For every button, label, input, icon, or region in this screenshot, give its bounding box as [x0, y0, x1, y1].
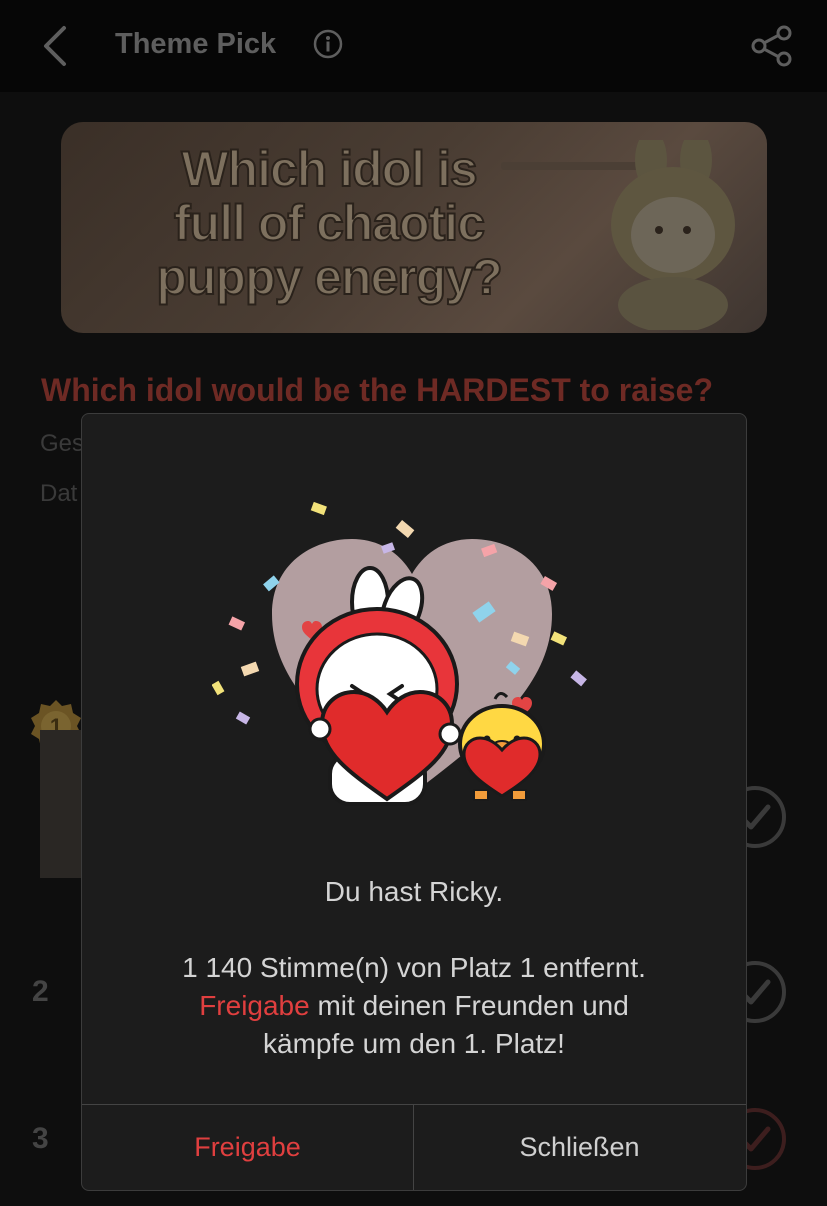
fight-text: kämpfe um den 1. Platz! [263, 1028, 565, 1059]
vote-result-dialog: Du hast Ricky. 1 140 Stimme(n) von Platz… [81, 413, 747, 1191]
share-inline-link[interactable]: Freigabe [199, 990, 310, 1021]
rank-3-label: 3 [32, 1122, 49, 1155]
poll-meta-1: Ges [40, 430, 85, 457]
result-message: Du hast Ricky. [324, 876, 504, 907]
poll-question: Which idol would be the HARDEST to raise… [41, 372, 714, 408]
top-bar: Theme Pick [0, 0, 827, 92]
poll-meta-2: Dat [40, 480, 78, 507]
votes-behind-text: 1 140 Stimme(n) von Platz 1 entfernt. [182, 952, 646, 983]
share-invite-text: Freigabe mit deinen Freunden und [199, 990, 629, 1021]
theme-banner[interactable]: Which idol is full of chaotic puppy ener… [61, 122, 767, 333]
back-arrow-icon[interactable] [36, 24, 76, 68]
bunny-plush-illustration [611, 140, 735, 330]
banner-title: Which idol is full of chaotic puppy ener… [155, 141, 503, 305]
info-icon[interactable] [313, 29, 343, 59]
rank-1-thumbnail[interactable] [40, 730, 85, 878]
celebration-illustration [212, 501, 587, 806]
result-details: 1 140 Stimme(n) von Platz 1 entfernt. Fr… [82, 949, 746, 1063]
page-title: Theme Pick [115, 28, 277, 60]
rank-2-label: 2 [32, 975, 49, 1008]
share-button[interactable]: Freigabe [82, 1105, 413, 1190]
share-icon[interactable] [750, 24, 794, 68]
close-button[interactable]: Schließen [414, 1105, 745, 1190]
